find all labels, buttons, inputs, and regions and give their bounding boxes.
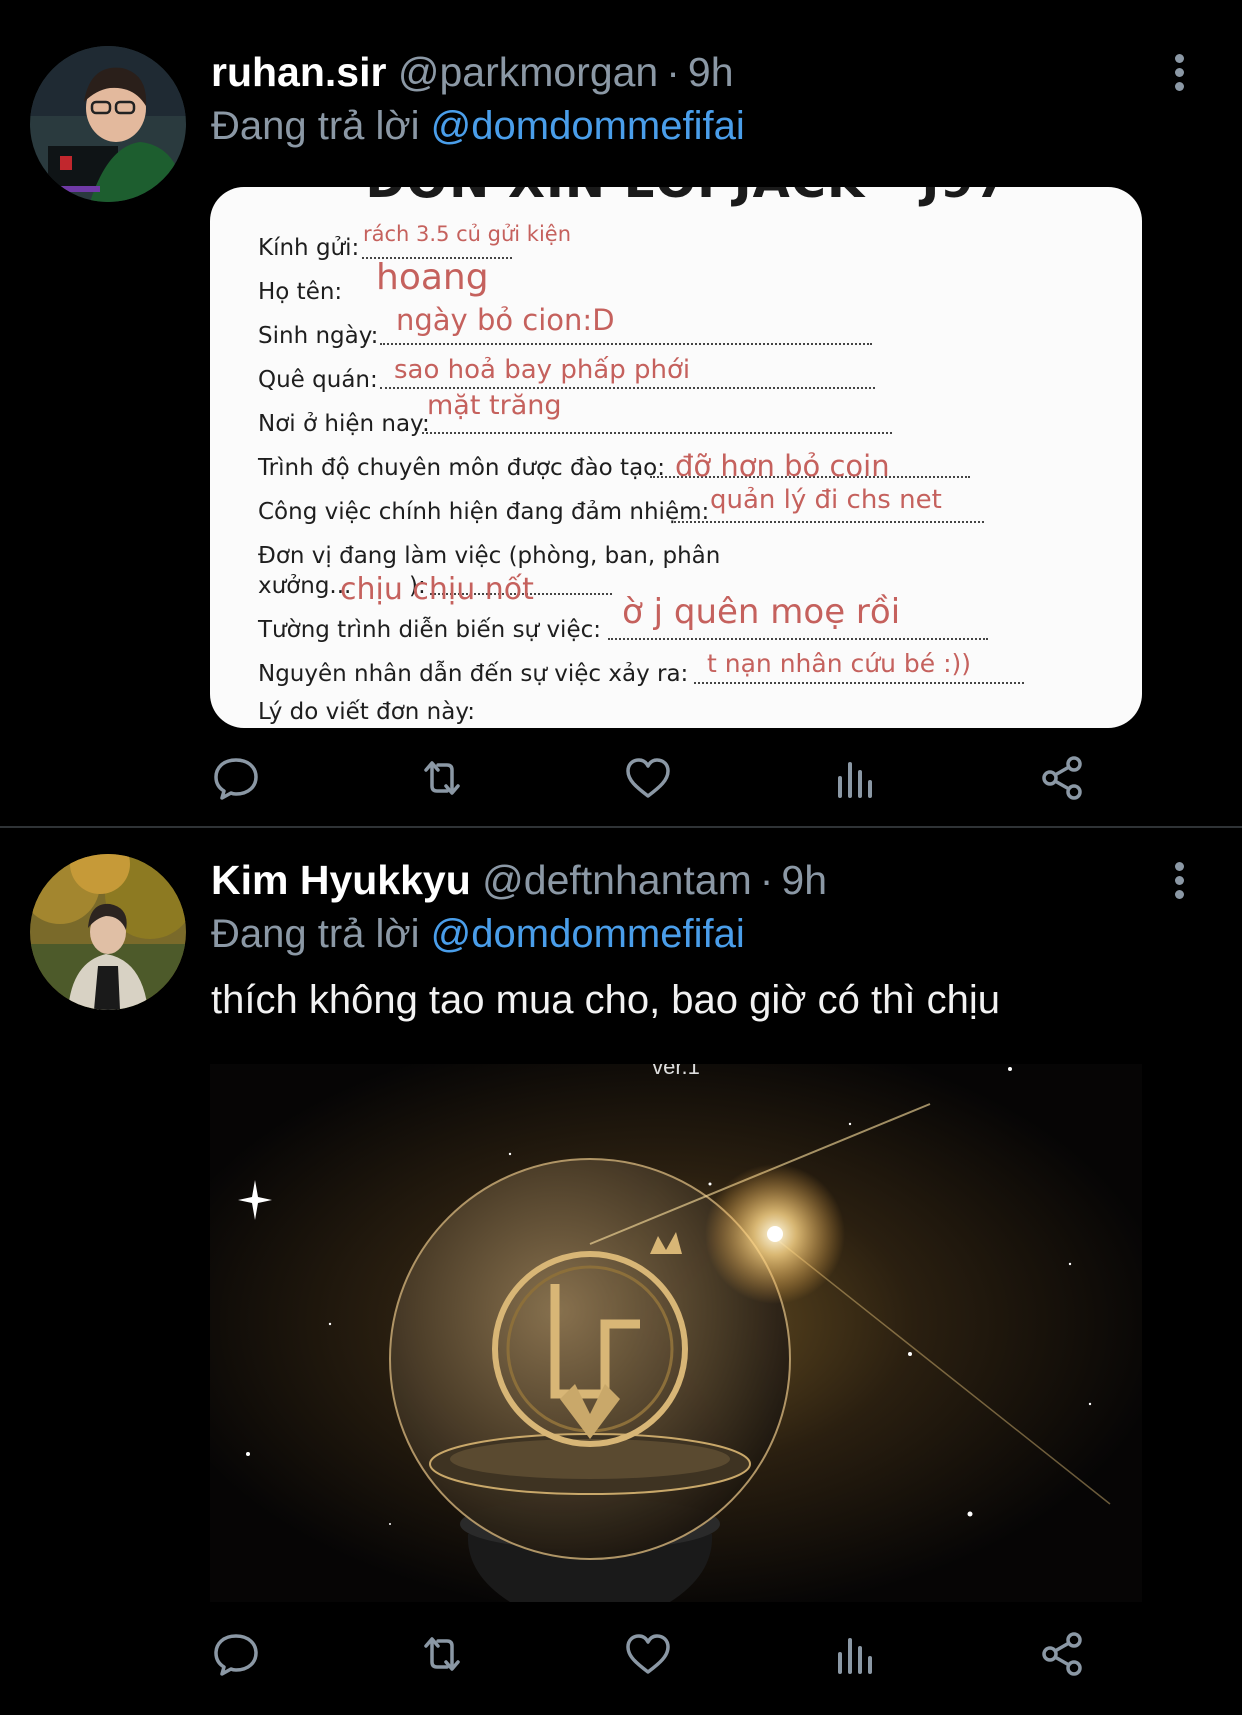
separator: · <box>759 857 774 903</box>
document-title: ĐƠN XIN LỖI JACK - J97 <box>365 187 1009 209</box>
dotted-line <box>608 638 988 640</box>
replying-to: Đang trả lời @domdommefifai <box>211 100 745 152</box>
dotted-line <box>422 432 892 434</box>
reply-icon[interactable] <box>210 752 262 804</box>
tweet-text: thích không tao mua cho, bao giờ có thì … <box>211 978 1000 1022</box>
share-icon[interactable] <box>1036 752 1088 804</box>
lightstick-illustration <box>210 1064 1142 1602</box>
dotted-line <box>694 682 1024 684</box>
form-label: Kính gửi: <box>258 235 360 261</box>
handwriting: rách 3.5 củ gửi kiện <box>363 222 572 246</box>
handwriting: đỡ hơn bỏ coin <box>675 449 890 483</box>
display-name[interactable]: ruhan.sir <box>211 49 386 95</box>
avatar[interactable] <box>30 854 186 1010</box>
replying-prefix: Đang trả lời <box>211 912 420 956</box>
handwriting: mặt trăng <box>427 390 562 421</box>
tweet-header: ruhan.sir @parkmorgan · 9h <box>211 46 734 98</box>
handwriting: ờ j quên moẹ rồi <box>622 592 901 632</box>
handwriting: ngày bỏ cion:D <box>396 303 615 337</box>
like-icon[interactable] <box>622 1628 674 1680</box>
image-caption: ver.1 <box>652 1064 700 1079</box>
mention-link[interactable]: @domdommefifai <box>431 104 745 148</box>
form-label: Công việc chính hiện đang đảm nhiệm: <box>258 499 710 525</box>
tweet-actions <box>0 752 1242 812</box>
reply-icon[interactable] <box>210 1628 262 1680</box>
dotted-line <box>380 343 872 345</box>
more-options-icon[interactable] <box>1170 54 1188 96</box>
form-label: Đơn vị đang làm việc (phòng, ban, phân <box>258 543 721 569</box>
retweet-icon[interactable] <box>416 1628 468 1680</box>
display-name[interactable]: Kim Hyukkyu <box>211 857 471 903</box>
handle[interactable]: @parkmorgan <box>398 49 658 95</box>
handwriting: sao hoả bay phấp phới <box>394 355 691 385</box>
avatar[interactable] <box>30 46 186 202</box>
form-label: Tường trình diễn biến sự việc: <box>258 617 601 643</box>
tweet-header: Kim Hyukkyu @deftnhantam · 9h <box>211 854 827 906</box>
handwriting: chịu chịu nốt <box>340 572 534 607</box>
separator: · <box>666 49 680 95</box>
timestamp[interactable]: 9h <box>688 49 734 95</box>
attached-image[interactable]: ver.1 <box>210 1064 1142 1602</box>
form-label: Quê quán: <box>258 367 378 393</box>
replying-to: Đang trả lời @domdommefifai <box>211 908 745 960</box>
handwriting: t nạn nhân cứu bé :)) <box>707 649 972 678</box>
analytics-icon[interactable] <box>830 752 882 804</box>
analytics-icon[interactable] <box>830 1628 882 1680</box>
form-label: Sinh ngày: <box>258 323 379 349</box>
share-icon[interactable] <box>1036 1628 1088 1680</box>
form-label: Nơi ở hiện nay: <box>258 411 430 437</box>
tweet-actions <box>0 1628 1242 1688</box>
handwriting: quản lý đi chs net <box>710 485 942 515</box>
like-icon[interactable] <box>622 752 674 804</box>
form-label: xưởng... <box>258 573 352 599</box>
retweet-icon[interactable] <box>416 752 468 804</box>
handwriting: hoang <box>376 257 489 298</box>
mention-link[interactable]: @domdommefifai <box>431 912 745 956</box>
more-options-icon[interactable] <box>1170 862 1188 904</box>
form-label: Nguyên nhân dẫn đến sự việc xảy ra: <box>258 661 689 687</box>
form-label: Họ tên: <box>258 279 343 305</box>
handle[interactable]: @deftnhantam <box>482 857 752 903</box>
tweet[interactable]: ruhan.sir @parkmorgan · 9h Đang trả lời @d… <box>0 0 1242 828</box>
form-label: Lý do viết đơn này: <box>258 699 476 725</box>
dotted-line <box>674 521 984 523</box>
replying-prefix: Đang trả lời <box>211 104 420 148</box>
timestamp[interactable]: 9h <box>781 857 827 903</box>
dotted-line <box>380 387 875 389</box>
attached-image[interactable]: ĐƠN XIN LỖI JACK - J97 Kính gửi: rách 3.… <box>210 187 1142 728</box>
form-label: Trình độ chuyên môn được đào tạo: <box>258 455 665 481</box>
